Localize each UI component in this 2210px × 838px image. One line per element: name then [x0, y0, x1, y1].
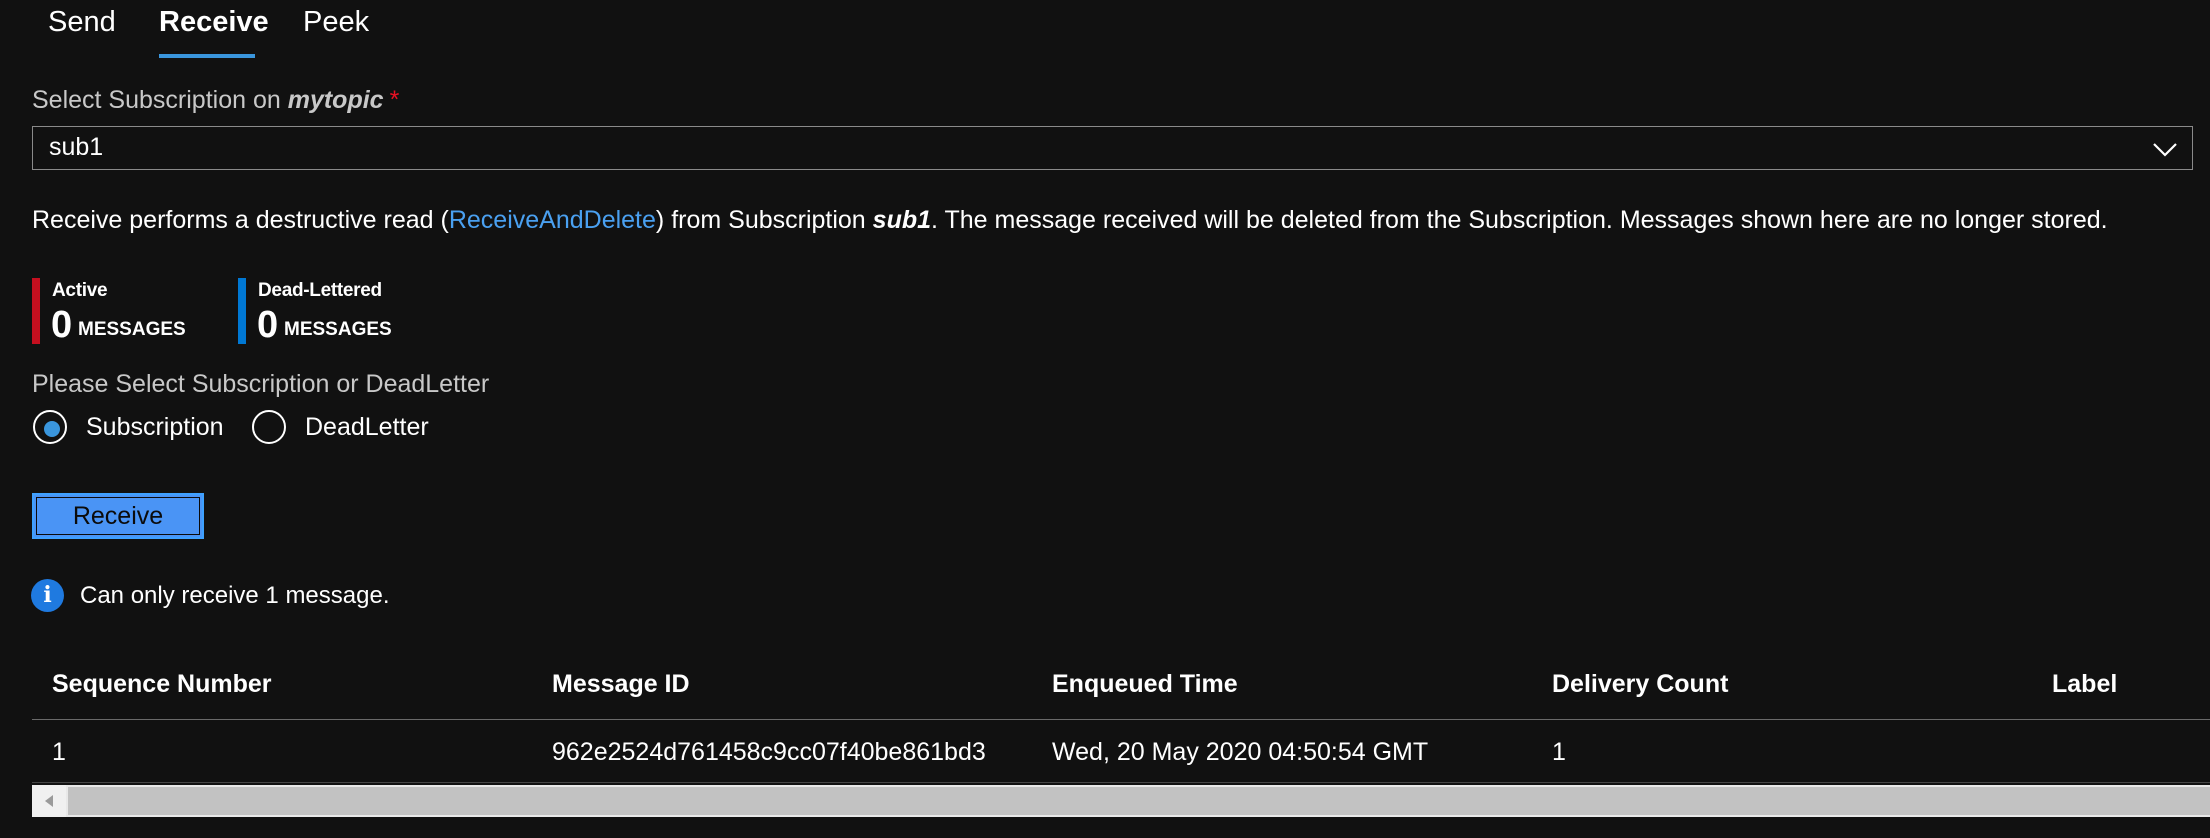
info-message: Can only receive 1 message. — [80, 582, 390, 609]
column-header-enqueued-time[interactable]: Enqueued Time — [1052, 670, 1238, 699]
radio-selected-dot — [44, 421, 60, 437]
column-header-delivery-count[interactable]: Delivery Count — [1552, 670, 1728, 699]
active-status-bar — [32, 278, 40, 344]
table-header-divider — [32, 719, 2210, 720]
subscription-select[interactable]: sub1 — [32, 126, 2193, 170]
scroll-left-button[interactable] — [32, 785, 66, 817]
required-marker: * — [389, 86, 400, 114]
radio-circle — [252, 410, 286, 444]
dead-lettered-status-bar — [238, 278, 246, 344]
tab-receive[interactable]: Receive — [159, 6, 269, 39]
column-header-sequence-number[interactable]: Sequence Number — [52, 670, 272, 699]
subscription-label-prefix: Select Subscription on — [32, 86, 281, 114]
cell-sequence-number[interactable]: 1 — [52, 738, 66, 767]
cell-enqueued-time[interactable]: Wed, 20 May 2020 04:50:54 GMT — [1052, 738, 1428, 767]
receive-and-delete-link[interactable]: ReceiveAndDelete — [449, 206, 656, 234]
scrollbar-thumb[interactable] — [68, 787, 2210, 815]
radio-deadletter[interactable]: DeadLetter — [252, 410, 442, 448]
description-middle: ) from Subscription — [655, 206, 873, 234]
cell-delivery-count[interactable]: 1 — [1552, 738, 1566, 767]
chevron-down-icon — [2153, 143, 2177, 157]
info-icon: i — [31, 579, 64, 612]
active-counter-title: Active — [52, 280, 108, 301]
radio-subscription[interactable]: Subscription — [33, 410, 233, 448]
subscription-select-label: Select Subscription on mytopic * — [32, 86, 399, 115]
column-header-label[interactable]: Label — [2052, 670, 2117, 699]
radio-circle-selected — [33, 410, 67, 444]
radio-deadletter-label: DeadLetter — [305, 413, 429, 441]
dead-lettered-counter-count: 0 — [257, 304, 279, 346]
source-group-label: Please Select Subscription or DeadLetter — [32, 370, 490, 398]
receive-button[interactable]: Receive — [32, 493, 204, 539]
active-counter-unit: MESSAGES — [78, 319, 186, 340]
tab-peek[interactable]: Peek — [303, 6, 369, 39]
topic-name: mytopic — [287, 86, 384, 114]
horizontal-scrollbar[interactable] — [32, 785, 2210, 817]
column-header-message-id[interactable]: Message ID — [552, 670, 690, 699]
dead-lettered-counter-title: Dead-Lettered — [258, 280, 382, 301]
info-icon-glyph: i — [43, 582, 52, 608]
description-suffix: . The message received will be deleted f… — [931, 206, 2108, 234]
table-row-divider — [32, 782, 2210, 783]
description-prefix: Receive performs a destructive read ( — [32, 206, 449, 234]
dead-lettered-counter-unit: MESSAGES — [284, 319, 392, 340]
radio-subscription-label: Subscription — [86, 413, 224, 441]
cell-message-id[interactable]: 962e2524d761458c9cc07f40be861bd3 — [552, 738, 986, 767]
dead-lettered-messages-counter: Dead-Lettered 0 MESSAGES — [238, 278, 418, 346]
active-messages-counter: Active 0 MESSAGES — [32, 278, 192, 346]
description-subscription: sub1 — [872, 206, 932, 234]
active-counter-count: 0 — [51, 304, 73, 346]
subscription-select-value: sub1 — [49, 133, 104, 161]
arrow-left-icon — [45, 795, 53, 807]
active-tab-indicator — [159, 54, 255, 58]
receive-description: Receive performs a destructive read (Rec… — [32, 206, 2108, 235]
tab-send[interactable]: Send — [48, 6, 116, 39]
